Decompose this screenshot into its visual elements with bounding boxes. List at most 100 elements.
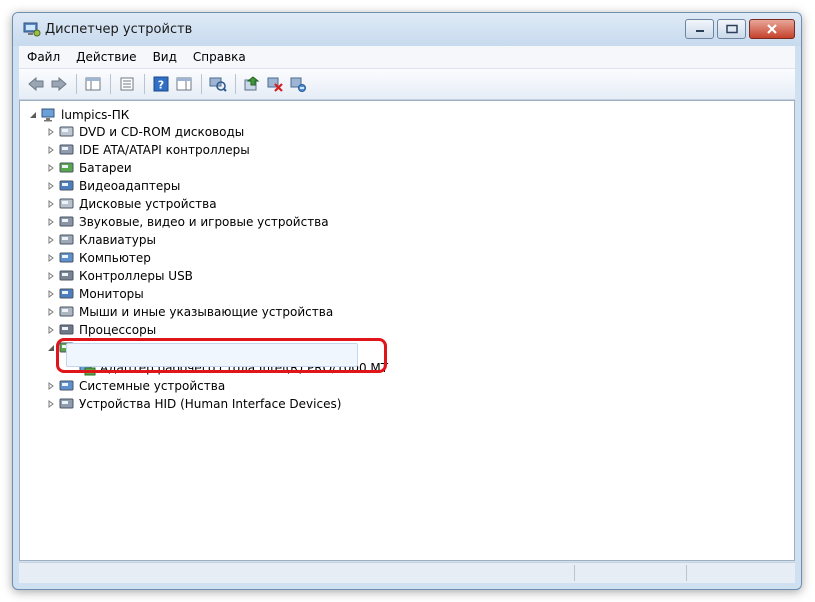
disk-drive-icon xyxy=(59,198,74,209)
show-hide-console-tree-button[interactable] xyxy=(82,73,104,95)
properties-icon xyxy=(120,77,134,91)
usb-controller-icon xyxy=(59,270,74,281)
keyboard-icon xyxy=(59,234,74,245)
menu-view[interactable]: Вид xyxy=(145,50,185,64)
expand-arrow-icon[interactable] xyxy=(46,399,56,409)
menu-help[interactable]: Справка xyxy=(185,50,254,64)
close-icon xyxy=(767,24,777,34)
scan-hardware-icon xyxy=(209,77,227,92)
expand-arrow-icon[interactable] xyxy=(46,235,56,245)
category-label: Компьютер xyxy=(79,251,151,265)
menu-bar: Файл Действие Вид Справка xyxy=(19,46,795,69)
toolbar-separator xyxy=(76,74,77,94)
expand-arrow-icon[interactable] xyxy=(46,307,56,317)
status-pane xyxy=(574,565,575,581)
device-tree[interactable]: lumpics-ПК DVD и CD-ROM дисководы IDE ATA… xyxy=(19,100,795,561)
system-device-icon xyxy=(59,380,74,391)
expand-arrow-icon[interactable] xyxy=(46,163,56,173)
close-button[interactable] xyxy=(749,19,795,39)
disable-device-icon xyxy=(267,77,283,92)
help-button[interactable]: ? xyxy=(150,73,172,95)
computer-icon xyxy=(59,252,74,263)
console-tree-icon xyxy=(85,77,101,91)
action-pane-icon xyxy=(176,77,192,91)
sound-device-icon xyxy=(59,216,74,227)
expand-arrow-icon[interactable] xyxy=(46,325,56,335)
update-driver-icon xyxy=(244,76,260,91)
category-label: Звуковые, видео и игровые устройства xyxy=(79,215,329,229)
tree-root[interactable]: lumpics-ПК xyxy=(28,106,129,124)
category-label: Устройства HID (Human Interface Devices) xyxy=(79,397,342,411)
category-label: Контроллеры USB xyxy=(79,269,193,283)
computer-icon xyxy=(41,108,55,122)
window-title: Диспетчер устройств xyxy=(45,22,193,37)
expand-arrow-icon[interactable] xyxy=(46,253,56,263)
scan-hardware-button[interactable] xyxy=(207,73,229,95)
tree-category[interactable]: Компьютер xyxy=(46,249,151,267)
category-label: DVD и CD-ROM дисководы xyxy=(79,125,245,139)
tree-category[interactable]: Дисковые устройства xyxy=(46,195,217,213)
menu-file[interactable]: Файл xyxy=(19,50,68,64)
properties-button[interactable] xyxy=(116,73,138,95)
ide-controller-icon xyxy=(59,144,74,155)
expand-arrow-icon[interactable] xyxy=(46,217,56,227)
maximize-button[interactable] xyxy=(717,19,746,39)
toolbar-separator xyxy=(201,74,202,94)
uninstall-device-icon xyxy=(290,77,306,92)
expand-arrow-icon[interactable] xyxy=(46,271,56,281)
minimize-icon xyxy=(695,30,704,32)
tree-category[interactable]: Системные устройства xyxy=(46,377,225,395)
category-label: Процессоры xyxy=(79,323,157,337)
tree-category[interactable]: Видеоадаптеры xyxy=(46,177,180,195)
forward-button[interactable] xyxy=(48,73,70,95)
help-icon: ? xyxy=(153,76,169,92)
expand-arrow-icon[interactable] xyxy=(46,289,56,299)
display-adapter-icon xyxy=(59,180,74,191)
expand-arrow-icon[interactable] xyxy=(46,145,56,155)
uninstall-device-button[interactable] xyxy=(287,73,309,95)
tree-category[interactable]: IDE ATA/ATAPI контроллеры xyxy=(46,141,250,159)
collapse-arrow-icon[interactable] xyxy=(46,343,56,353)
status-pane xyxy=(686,565,687,581)
category-label: IDE ATA/ATAPI контроллеры xyxy=(79,143,250,157)
category-label: Мыши и иные указывающие устройства xyxy=(79,305,334,319)
toolbar-separator xyxy=(144,74,145,94)
category-label: Системные устройства xyxy=(79,379,226,393)
tree-category[interactable]: Процессоры xyxy=(46,321,156,339)
tree-category[interactable]: DVD и CD-ROM дисководы xyxy=(46,123,244,141)
action-pane-button[interactable] xyxy=(173,73,195,95)
category-label: Батареи xyxy=(79,161,132,175)
status-bar xyxy=(19,562,795,583)
forward-icon xyxy=(51,77,67,91)
tree-category[interactable]: Мыши и иные указывающие устройства xyxy=(46,303,333,321)
tree-category[interactable]: Устройства HID (Human Interface Devices) xyxy=(46,395,341,413)
monitor-icon xyxy=(59,288,74,299)
expand-arrow-icon[interactable] xyxy=(46,199,56,209)
category-label: Дисковые устройства xyxy=(79,197,217,211)
tree-category[interactable]: Мониторы xyxy=(46,285,144,303)
tree-category[interactable]: Клавиатуры xyxy=(46,231,156,249)
toolbar-separator xyxy=(235,74,236,94)
title-bar[interactable]: Диспетчер устройств xyxy=(13,13,801,46)
tree-category[interactable]: Звуковые, видео и игровые устройства xyxy=(46,213,329,231)
disable-device-button[interactable] xyxy=(264,73,286,95)
collapse-arrow-icon[interactable] xyxy=(28,110,38,120)
dvd-drive-icon xyxy=(59,126,74,137)
update-driver-button[interactable] xyxy=(241,73,263,95)
toolbar-separator xyxy=(110,74,111,94)
expand-arrow-icon[interactable] xyxy=(46,181,56,191)
back-button[interactable] xyxy=(25,73,47,95)
back-icon xyxy=(28,77,44,91)
tree-category[interactable]: Батареи xyxy=(46,159,132,177)
category-label: Мониторы xyxy=(79,287,144,301)
menu-action[interactable]: Действие xyxy=(68,50,144,64)
tree-category[interactable]: Контроллеры USB xyxy=(46,267,193,285)
expand-arrow-icon[interactable] xyxy=(46,381,56,391)
category-label: Видеоадаптеры xyxy=(79,179,181,193)
device-manager-icon xyxy=(23,22,41,37)
toolbar: ? xyxy=(19,69,795,100)
minimize-button[interactable] xyxy=(685,19,714,39)
device-manager-window: Диспетчер устройств Файл Действие Вид Сп… xyxy=(12,12,802,590)
expand-arrow-icon[interactable] xyxy=(46,127,56,137)
hid-device-icon xyxy=(59,398,74,409)
